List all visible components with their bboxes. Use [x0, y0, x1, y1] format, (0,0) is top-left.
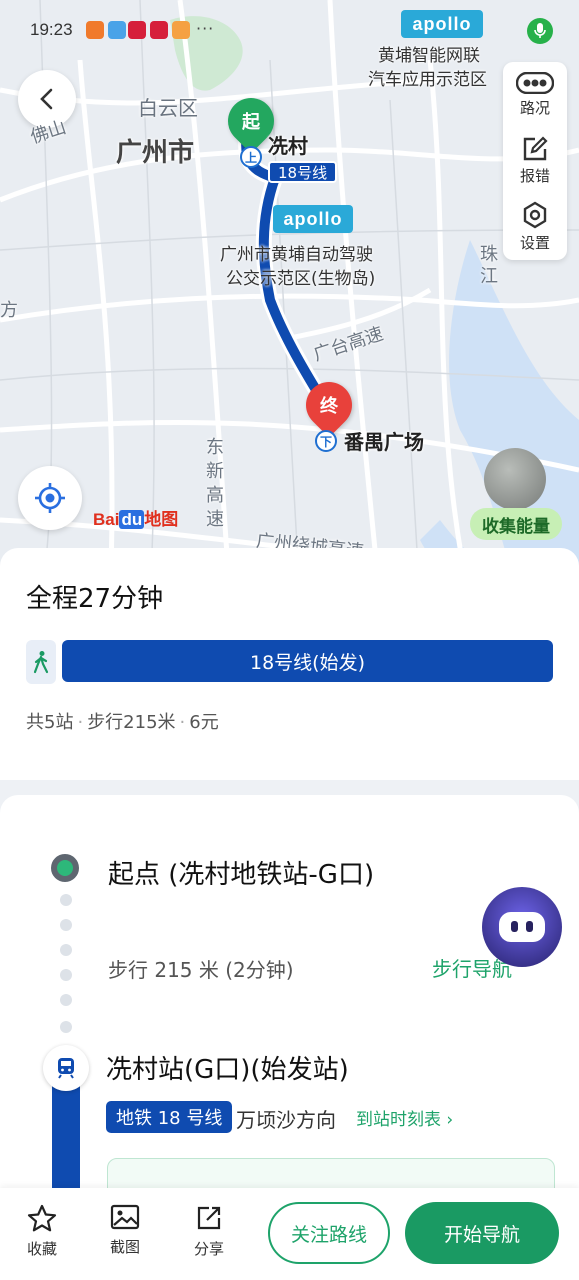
alighting-station-icon: 下 — [315, 430, 337, 452]
map-label-river: 珠江 — [480, 244, 498, 287]
walking-icon — [33, 651, 49, 674]
status-time: 19:23 — [30, 20, 73, 39]
start-point-title: 起点 (冼村地铁站-G口) — [108, 860, 375, 890]
map-view[interactable]: 19:23 ··· apollo 黄埔智能网联 汽车应用示范区 apollo 广… — [0, 0, 579, 600]
edit-icon — [523, 136, 548, 161]
energy-mascot-icon[interactable] — [484, 448, 546, 510]
map-label-city: 广州市 — [116, 138, 195, 168]
route-detail-panel: 起点 (冼村地铁站-G口) 步行 215 米 (2分钟) 步行导航 冼村站(G口… — [0, 795, 579, 1218]
stop-count: 共5站 — [26, 712, 74, 733]
app-notification-icon — [172, 21, 190, 39]
walk-instruction: 步行 215 米 (2分钟) — [108, 958, 294, 982]
boarding-station-title: 冼村站(G口)(始发站) — [106, 1055, 349, 1085]
gear-icon — [523, 201, 547, 229]
metro-line-track — [52, 1085, 80, 1205]
metro-line-badge[interactable]: 地铁 18 号线 — [106, 1101, 233, 1133]
screenshot-button[interactable]: 截图 — [100, 1204, 150, 1257]
favorite-button[interactable]: 收藏 — [17, 1204, 67, 1259]
fare: 6元 — [189, 712, 219, 733]
map-label-start-station: 冼村 — [268, 134, 308, 158]
map-label-apollo-top-1: 黄埔智能网联 — [378, 46, 480, 66]
app-notification-icon — [150, 21, 168, 39]
report-error-label: 报错 — [519, 167, 550, 185]
end-pin-label: 终 — [320, 396, 338, 417]
chevron-left-icon — [40, 88, 53, 110]
walk-path-dot — [60, 894, 72, 906]
voice-mic-icon[interactable] — [527, 18, 553, 44]
share-button[interactable]: 分享 — [184, 1204, 234, 1259]
app-notification-icon — [86, 21, 104, 39]
boarding-station-icon: 上 — [240, 146, 262, 168]
map-label-apollo-top-2: 汽车应用示范区 — [368, 70, 487, 90]
bottom-action-bar: 收藏 截图 分享 关注路线 开始导航 — [0, 1188, 579, 1280]
baidu-map-logo: Bai du 地图 — [93, 505, 178, 530]
more-notifications-icon: ··· — [196, 19, 215, 38]
share-icon — [197, 1206, 221, 1230]
collect-energy-button[interactable]: 收集能量 — [470, 508, 562, 540]
report-error-button[interactable]: 报错 — [503, 128, 567, 194]
baidu-logo-part: Bai — [93, 510, 120, 529]
app-notification-icon — [108, 21, 126, 39]
share-label: 分享 — [193, 1240, 224, 1258]
walk-distance: 步行215米 — [87, 712, 176, 733]
baidu-logo-part: 地图 — [144, 510, 179, 529]
settings-button[interactable]: 设置 — [503, 194, 567, 260]
baidu-logo-part: du — [119, 510, 145, 529]
status-bar: 19:23 ··· — [0, 0, 579, 60]
map-label-end-station: 番禺广场 — [344, 430, 424, 454]
route-meta: 共5站 · 步行215米 · 6元 — [26, 712, 219, 733]
walk-path-dot — [60, 944, 72, 956]
route-summary-card[interactable]: 全程27分钟 18号线(始发) 共5站 · 步行215米 · 6元 — [0, 548, 579, 780]
image-icon — [110, 1204, 140, 1230]
direction-text: 万顷沙方向 — [236, 1108, 336, 1132]
walk-path-dot — [60, 1021, 72, 1033]
metro-segment-bar: 18号线(始发) — [62, 640, 553, 682]
traffic-label: 路况 — [519, 99, 550, 117]
metro-station-icon — [43, 1045, 89, 1091]
map-label-apollo-mid-1: 广州市黄埔自动驾驶 — [220, 245, 373, 265]
app-notification-icon — [128, 21, 146, 39]
screenshot-label: 截图 — [109, 1238, 140, 1256]
locate-icon — [35, 483, 65, 513]
start-point-icon — [51, 854, 79, 882]
walk-path-dot — [60, 994, 72, 1006]
walk-segment — [26, 640, 56, 684]
walk-path-dot — [60, 919, 72, 931]
locate-button[interactable] — [18, 466, 82, 530]
metro-line-tag: 18号线 — [268, 161, 338, 183]
follow-route-button[interactable]: 关注路线 — [268, 1202, 390, 1264]
start-pin-label: 起 — [242, 112, 260, 133]
start-navigation-button[interactable]: 开始导航 — [405, 1202, 559, 1264]
favorite-label: 收藏 — [26, 1240, 57, 1258]
map-label-district: 白云区 — [138, 96, 198, 120]
settings-label: 设置 — [519, 234, 550, 252]
map-label-road: 东新高速 — [206, 437, 224, 530]
traffic-icon — [516, 72, 554, 94]
map-label-apollo-mid-2: 公交示范区(生物岛) — [226, 269, 376, 289]
map-tools-panel: 路况 报错 设置 — [503, 62, 567, 260]
apollo-badge: apollo — [273, 205, 353, 233]
timetable-link[interactable]: 到站时刻表 › — [356, 1105, 453, 1130]
walk-path-dot — [60, 969, 72, 981]
route-segments: 18号线(始发) — [26, 640, 553, 684]
apollo-badge: apollo — [401, 10, 483, 38]
ai-assistant-robot-icon[interactable] — [482, 887, 562, 967]
star-icon — [27, 1204, 57, 1232]
total-duration: 全程27分钟 — [26, 584, 164, 614]
traffic-button[interactable]: 路况 — [503, 62, 567, 128]
map-label-district: 方 — [0, 300, 18, 321]
